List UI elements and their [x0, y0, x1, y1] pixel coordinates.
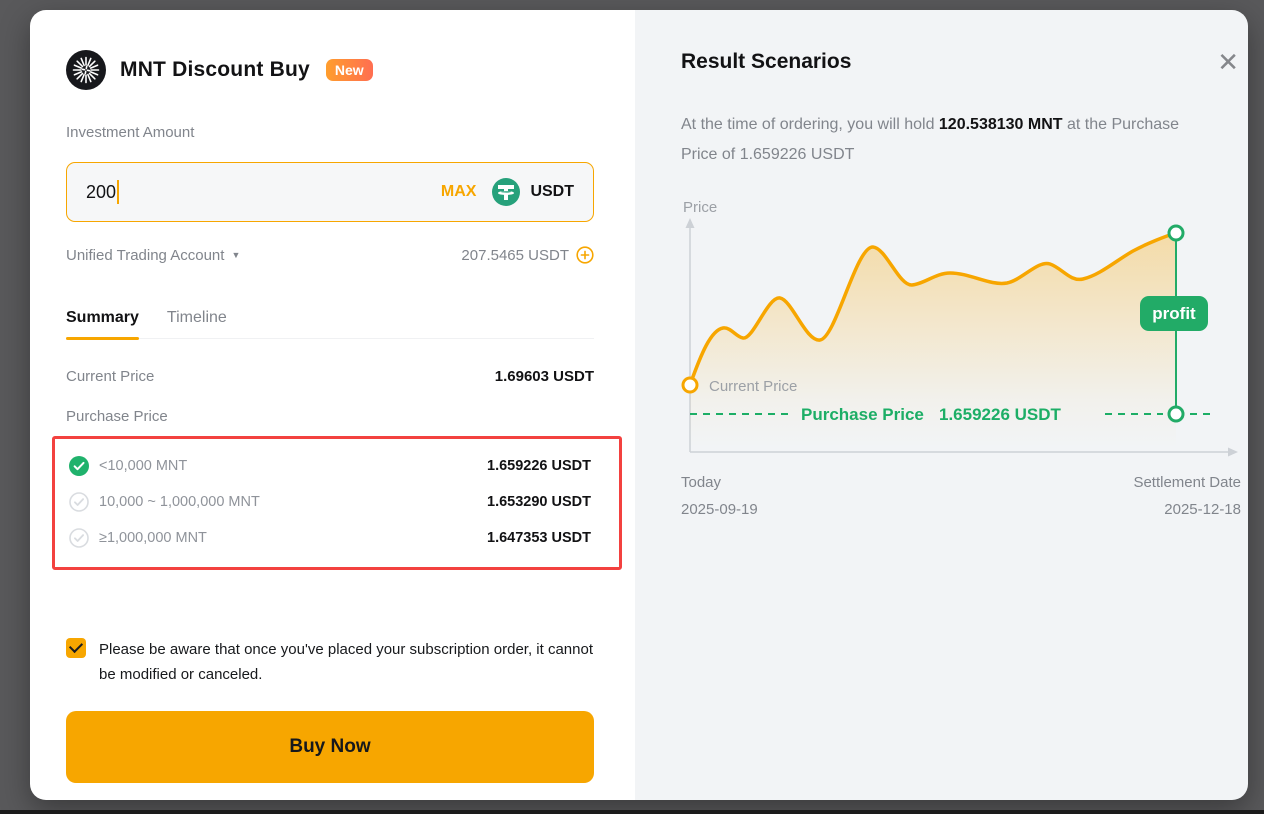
- investment-amount-input[interactable]: 200 MAX USDT: [66, 162, 594, 222]
- currency-label: USDT: [530, 183, 574, 201]
- tier-row-2[interactable]: 10,000 ~ 1,000,000 MNT 1.653290 USDT: [69, 484, 591, 520]
- balance-group: 207.5465 USDT: [461, 246, 594, 264]
- tier-range: 10,000 ~ 1,000,000 MNT: [99, 494, 260, 510]
- purchase-line-value: 1.659226 USDT: [939, 405, 1062, 424]
- tier-row-1[interactable]: <10,000 MNT 1.659226 USDT: [69, 448, 591, 484]
- result-header: Result Scenarios ✕: [681, 50, 1241, 74]
- start-date-col: Today 2025-09-19: [681, 469, 758, 523]
- tier-row-3[interactable]: ≥1,000,000 MNT 1.647353 USDT: [69, 520, 591, 556]
- tier-range: ≥1,000,000 MNT: [99, 530, 207, 546]
- scenario-chart-svg: Price Purchase Price 1.659226 USDT: [681, 196, 1241, 458]
- check-circle-selected-icon: [69, 456, 89, 476]
- screen-bottom-edge: [0, 810, 1264, 814]
- new-badge: New: [326, 59, 373, 81]
- tab-bar: Summary Timeline: [66, 309, 594, 339]
- current-price-chart-label: Current Price: [709, 378, 797, 395]
- start-date-value: 2025-09-19: [681, 496, 758, 523]
- summary-hold-amount: 120.538130 MNT: [939, 116, 1063, 133]
- page-title: MNT Discount Buy: [120, 58, 310, 82]
- balance-value: 207.5465 USDT: [461, 247, 569, 264]
- tether-icon: [492, 178, 520, 206]
- tab-summary[interactable]: Summary: [66, 309, 139, 338]
- y-axis-label: Price: [683, 199, 717, 216]
- chart-dates: Today 2025-09-19 Settlement Date 2025-12…: [681, 469, 1241, 523]
- account-name: Unified Trading Account: [66, 247, 224, 264]
- end-date-col: Settlement Date 2025-12-18: [1133, 469, 1241, 523]
- buy-now-button[interactable]: Buy Now: [66, 711, 594, 783]
- scenario-chart: Price Purchase Price 1.659226 USDT: [681, 196, 1241, 523]
- order-panel: MNT Discount Buy New Investment Amount 2…: [30, 10, 635, 800]
- start-date-label: Today: [681, 469, 758, 496]
- result-title: Result Scenarios: [681, 50, 851, 74]
- current-price-value: 1.69603 USDT: [495, 368, 594, 385]
- tier-price: 1.647353 USDT: [487, 530, 591, 546]
- tab-timeline[interactable]: Timeline: [167, 309, 227, 338]
- investment-amount-label: Investment Amount: [66, 124, 594, 141]
- purchase-point: [1169, 407, 1183, 421]
- chevron-down-icon: ▼: [231, 250, 240, 260]
- max-button[interactable]: MAX: [441, 183, 477, 201]
- close-icon[interactable]: ✕: [1217, 52, 1239, 72]
- amount-value[interactable]: 200: [86, 182, 116, 203]
- check-circle-unselected-icon: [69, 492, 89, 512]
- disclaimer-checkbox[interactable]: [66, 638, 86, 658]
- deposit-plus-icon[interactable]: [576, 246, 594, 264]
- profit-badge-label: profit: [1152, 304, 1196, 323]
- discount-buy-modal: MNT Discount Buy New Investment Amount 2…: [30, 10, 1248, 800]
- settlement-point: [1169, 226, 1183, 240]
- text-cursor: [117, 180, 119, 204]
- end-date-label: Settlement Date: [1133, 469, 1241, 496]
- account-row: Unified Trading Account ▼ 207.5465 USDT: [66, 246, 594, 264]
- disclaimer-text: Please be aware that once you've placed …: [99, 637, 594, 687]
- tier-price: 1.653290 USDT: [487, 494, 591, 510]
- current-price-label: Current Price: [66, 368, 154, 385]
- mnt-logo-icon: [66, 50, 106, 90]
- summary-prefix: At the time of ordering, you will hold: [681, 116, 939, 133]
- check-circle-unselected-icon: [69, 528, 89, 548]
- tier-range: <10,000 MNT: [99, 458, 187, 474]
- modal-header: MNT Discount Buy New: [66, 50, 594, 90]
- end-date-value: 2025-12-18: [1133, 496, 1241, 523]
- price-area-fill: [690, 233, 1176, 448]
- tier-price: 1.659226 USDT: [487, 458, 591, 474]
- purchase-price-label: Purchase Price: [66, 408, 594, 425]
- result-summary-text: At the time of ordering, you will hold 1…: [681, 110, 1218, 170]
- purchase-line-label: Purchase Price: [801, 405, 924, 424]
- current-price-row: Current Price 1.69603 USDT: [66, 368, 594, 385]
- account-selector[interactable]: Unified Trading Account ▼: [66, 247, 240, 264]
- result-scenarios-panel: Result Scenarios ✕ At the time of orderi…: [635, 10, 1248, 800]
- tier-annotation-box: <10,000 MNT 1.659226 USDT 10,000 ~ 1,000…: [52, 436, 622, 570]
- disclaimer-row: Please be aware that once you've placed …: [66, 637, 594, 687]
